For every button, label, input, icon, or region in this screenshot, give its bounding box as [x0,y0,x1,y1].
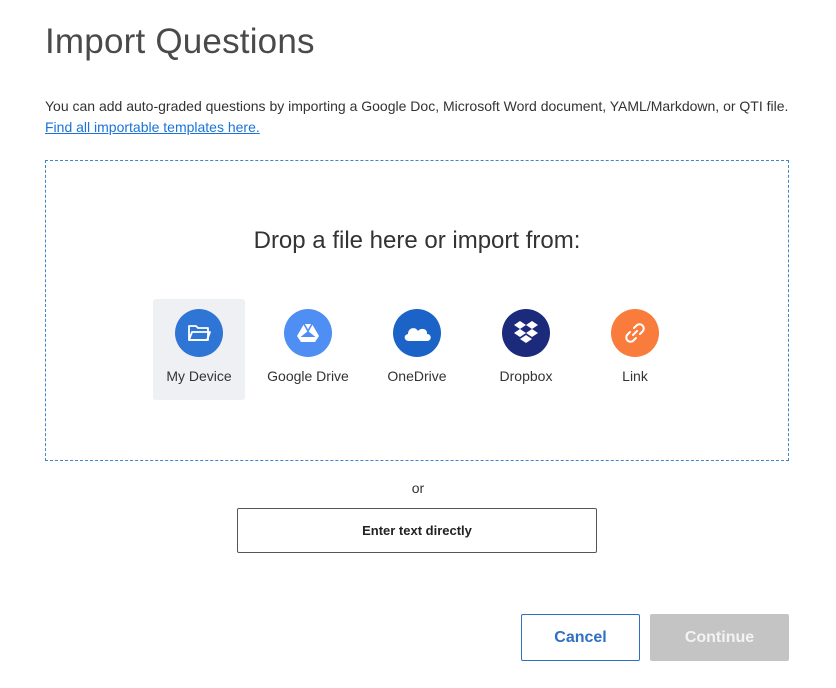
source-onedrive[interactable]: OneDrive [371,299,463,400]
description-text: You can add auto-graded questions by imp… [45,98,789,114]
source-label: My Device [166,368,232,384]
google-drive-icon [284,309,332,357]
source-dropbox[interactable]: Dropbox [480,299,572,400]
source-label: OneDrive [387,368,447,384]
continue-button[interactable]: Continue [650,614,789,661]
import-sources: My Device Google Drive OneDrive Dropbox … [153,299,681,400]
dialog-description: You can add auto-graded questions by imp… [45,96,805,138]
cancel-button[interactable]: Cancel [521,614,640,661]
templates-link[interactable]: Find all importable templates here. [45,119,260,135]
enter-text-button[interactable]: Enter text directly [237,508,597,553]
folder-icon [175,309,223,357]
source-google-drive[interactable]: Google Drive [262,299,354,400]
dialog-title: Import Questions [45,22,315,61]
onedrive-cloud-icon [393,309,441,357]
source-label: Google Drive [267,368,349,384]
source-label: Link [622,368,648,384]
link-icon [611,309,659,357]
dropzone-heading: Drop a file here or import from: [253,227,581,254]
source-my-device[interactable]: My Device [153,299,245,400]
or-separator: or [411,480,425,496]
dropbox-icon [502,309,550,357]
source-link[interactable]: Link [589,299,681,400]
source-label: Dropbox [499,368,553,384]
file-dropzone[interactable]: Drop a file here or import from: My Devi… [45,160,789,461]
